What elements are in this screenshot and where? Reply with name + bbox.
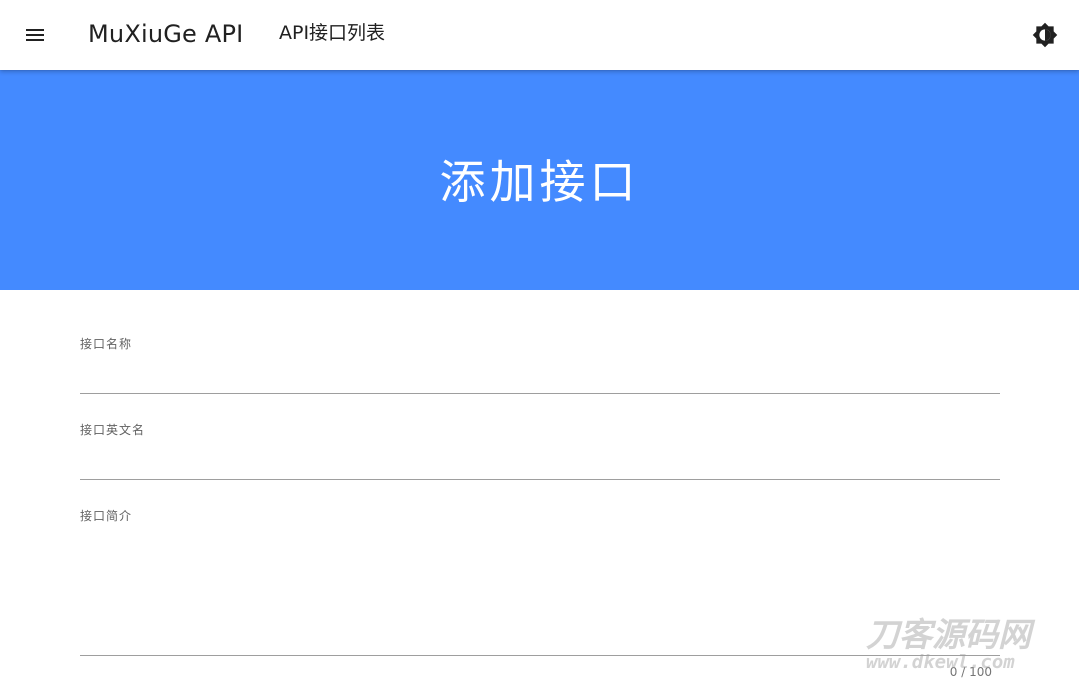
api-english-name-label: 接口英文名 — [80, 423, 146, 437]
api-english-name-underline — [80, 479, 1000, 480]
menu-icon — [26, 29, 44, 41]
api-description-underline — [80, 655, 1000, 656]
hero-banner: 添加接口 — [0, 70, 1079, 290]
api-name-underline — [80, 393, 1000, 394]
api-description-textarea[interactable] — [80, 532, 1000, 650]
menu-button[interactable] — [14, 14, 56, 56]
brightness-icon — [1032, 22, 1058, 48]
char-counter: 0 / 100 — [949, 665, 992, 679]
theme-toggle-button[interactable] — [1024, 14, 1066, 56]
app-bar: MuXiuGe API API接口列表 — [0, 0, 1079, 70]
nav-link-api-list[interactable]: API接口列表 — [279, 20, 385, 46]
page-title: 添加接口 — [439, 155, 640, 209]
api-english-name-input[interactable] — [80, 446, 1000, 476]
api-name-label: 接口名称 — [80, 337, 133, 351]
app-title: MuXiuGe API — [88, 20, 244, 48]
api-description-label: 接口简介 — [80, 509, 133, 523]
api-name-input[interactable] — [80, 360, 1000, 390]
